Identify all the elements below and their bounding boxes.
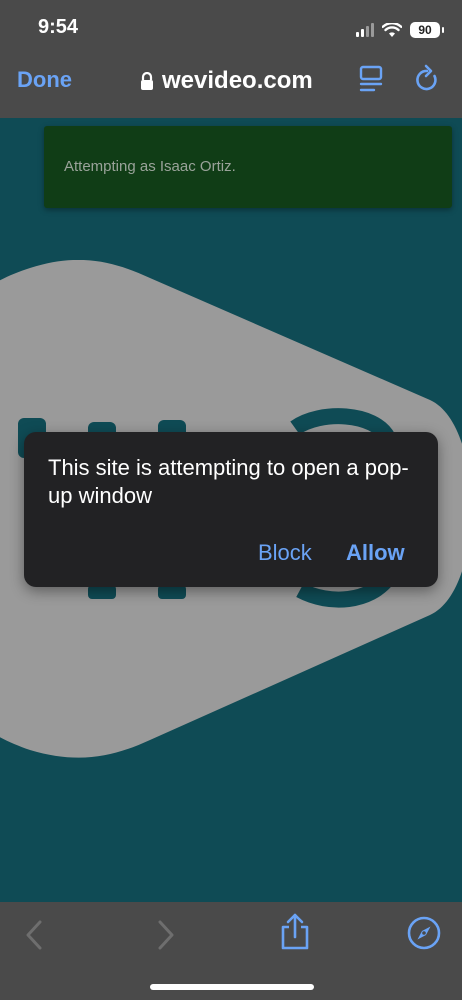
battery-indicator: 90	[410, 22, 444, 38]
status-icons: 90	[356, 18, 444, 42]
share-icon[interactable]	[278, 912, 312, 952]
reload-icon[interactable]	[414, 64, 440, 94]
compass-icon[interactable]	[406, 915, 442, 951]
toast-message: Attempting as Isaac Ortiz.	[64, 158, 236, 175]
top-bar: 9:54 90 Done wevideo.com	[0, 0, 462, 118]
signal-icon	[356, 23, 374, 37]
done-button[interactable]: Done	[17, 67, 72, 93]
status-time: 9:54	[38, 16, 79, 38]
wifi-icon	[382, 22, 402, 37]
home-indicator	[150, 984, 314, 990]
allow-button[interactable]: Allow	[346, 540, 405, 566]
forward-icon[interactable]	[154, 918, 178, 952]
address-bar[interactable]: wevideo.com	[140, 64, 313, 98]
lock-icon	[141, 72, 153, 90]
popup-blocked-dialog: This site is attempting to open a pop-up…	[24, 432, 438, 587]
popup-message: This site is attempting to open a pop-up…	[48, 455, 409, 508]
battery-level: 90	[418, 23, 432, 37]
toast-notification: Attempting as Isaac Ortiz.	[44, 126, 452, 208]
top-right-actions	[358, 64, 440, 94]
reader-icon[interactable]	[358, 65, 384, 93]
address-text: wevideo.com	[162, 67, 313, 94]
back-icon[interactable]	[22, 918, 46, 952]
safari-view-controller: 9:54 90 Done wevideo.com Attempting as I…	[0, 0, 462, 1000]
block-button[interactable]: Block	[258, 540, 312, 566]
